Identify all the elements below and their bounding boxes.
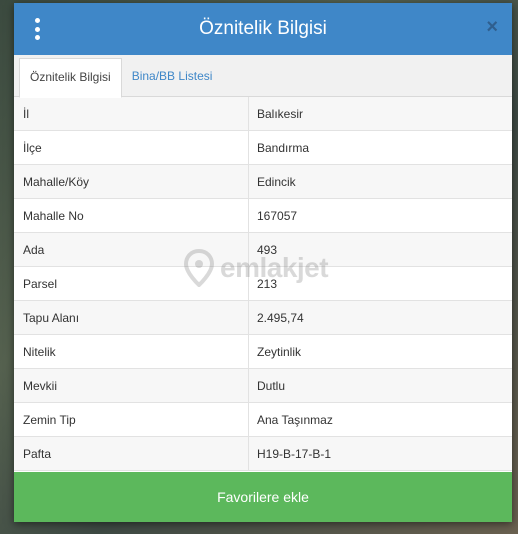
row-key: Mahalle/Köy <box>14 165 249 198</box>
attribute-info-dialog: Öznitelik Bilgisi × Öznitelik Bilgisi Bin… <box>14 3 512 522</box>
dialog-header: Öznitelik Bilgisi × <box>14 3 512 55</box>
row-key: Tapu Alanı <box>14 301 249 334</box>
row-value: 213 <box>257 277 278 291</box>
row-key: İl <box>14 97 249 130</box>
table-row: Mahalle No 167057 <box>14 199 512 233</box>
row-value: 493 <box>257 243 278 257</box>
table-row: İl Balıkesir <box>14 97 512 131</box>
table-row: Pafta H19-B-17-B-1 <box>14 437 512 471</box>
row-key: İlçe <box>14 131 249 164</box>
tab-building-list[interactable]: Bina/BB Listesi <box>122 58 223 97</box>
row-key: Mevkii <box>14 369 249 402</box>
add-to-favorites-button[interactable]: Favorilere ekle <box>14 472 512 522</box>
dialog-title: Öznitelik Bilgisi <box>199 18 327 39</box>
tab-attribute-info[interactable]: Öznitelik Bilgisi <box>19 58 122 98</box>
tab-bar: Öznitelik Bilgisi Bina/BB Listesi <box>14 55 512 98</box>
table-row: İlçe Bandırma <box>14 131 512 165</box>
vertical-ellipsis-icon[interactable] <box>32 18 42 40</box>
table-row: Ada 493 <box>14 233 512 267</box>
row-value: Bandırma <box>257 141 310 155</box>
table-row: Tapu Alanı 2.495,74 <box>14 301 512 335</box>
row-value: Zeytinlik <box>257 345 302 359</box>
row-key: Ada <box>14 233 249 266</box>
row-key: Nitelik <box>14 335 249 368</box>
row-key: Parsel <box>14 267 249 300</box>
table-row: Mevkii Dutlu <box>14 369 512 403</box>
attribute-table: İl Balıkesir İlçe Bandırma Mahalle/Köy E… <box>14 97 512 471</box>
table-row: Mahalle/Köy Edincik <box>14 165 512 199</box>
row-value: Balıkesir <box>257 107 304 121</box>
row-value: H19-B-17-B-1 <box>257 447 332 461</box>
row-key: Zemin Tip <box>14 403 249 436</box>
close-icon[interactable]: × <box>486 17 498 37</box>
table-row: Parsel 213 <box>14 267 512 301</box>
row-value: 167057 <box>257 209 298 223</box>
row-key: Pafta <box>14 437 249 470</box>
table-row: Nitelik Zeytinlik <box>14 335 512 369</box>
row-value: 2.495,74 <box>257 311 304 325</box>
table-row: Zemin Tip Ana Taşınmaz <box>14 403 512 437</box>
row-value: Edincik <box>257 175 296 189</box>
row-key: Mahalle No <box>14 199 249 232</box>
row-value: Dutlu <box>257 379 286 393</box>
row-value: Ana Taşınmaz <box>257 413 333 427</box>
